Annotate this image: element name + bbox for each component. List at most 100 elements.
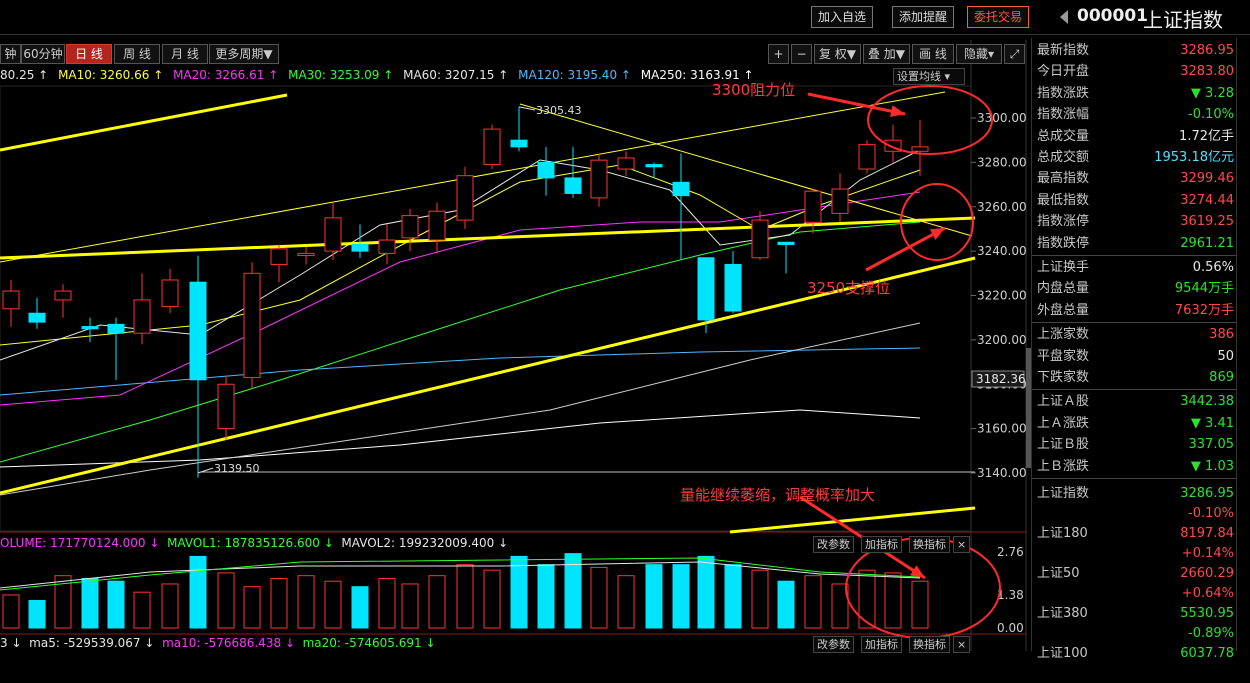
quote-label: 今日开盘 <box>1037 64 1090 80</box>
tab-weekly[interactable]: 周 线 <box>114 44 160 64</box>
quote-row: 指数涨停 3619.25 <box>1032 211 1237 232</box>
resistance-circle <box>867 85 993 155</box>
indicator-ma5-value: ma5: -529539.067 ↓ <box>29 636 155 650</box>
draw-line-button[interactable]: 画 线 <box>912 44 954 64</box>
volume-add-indicator-button[interactable]: 加指标 <box>861 536 902 553</box>
volume-stat-row: 上证换手 0.56% <box>1032 257 1237 278</box>
volume-params-button[interactable]: 改参数 <box>813 536 854 553</box>
indicator-ma20-value: ma20: -574605.691 ↓ <box>302 636 436 650</box>
volume-bar <box>672 564 690 629</box>
index-name: 上证180 <box>1037 526 1088 541</box>
index-item[interactable]: 上证指数 3286.95 -0.10% <box>1032 483 1237 523</box>
candle-body <box>645 164 663 168</box>
volume-switch-indicator-button[interactable]: 换指标 <box>909 536 950 553</box>
previous-stock-icon[interactable] <box>1060 10 1068 24</box>
quote-label: 指数涨跌 <box>1037 85 1090 101</box>
candle-body <box>81 326 99 330</box>
volume-bar <box>456 564 474 629</box>
volume-bar <box>270 577 288 629</box>
volume-stat-value: 7632万手 <box>1174 302 1234 318</box>
share-index-label: 上Ａ涨跌 <box>1037 415 1090 431</box>
quote-row: 最高指数 3299.46 <box>1032 168 1237 189</box>
index-value: 3286.95 <box>1180 486 1234 501</box>
ma250-value: MA250: 3163.91 ↑ <box>640 68 754 82</box>
zoom-out-button[interactable]: − <box>791 44 812 64</box>
volume-stat-value: 9544万手 <box>1174 281 1234 297</box>
panel-separator <box>1032 322 1237 324</box>
adjust-dropdown[interactable]: 复 权▼ <box>814 44 861 64</box>
trade-button[interactable]: 委托交易 <box>967 6 1030 28</box>
indicator-close-icon[interactable]: × <box>953 636 971 653</box>
candle-body <box>510 139 528 148</box>
volume-axis-label: 1.38 <box>997 588 1024 602</box>
quote-label: 指数涨幅 <box>1037 107 1090 123</box>
indicator-add-button[interactable]: 加指标 <box>861 636 902 653</box>
fullscreen-icon[interactable]: ⤢ <box>1004 44 1025 64</box>
index-value: 2660.29 <box>1180 566 1234 581</box>
ma-legend: 80.25 ↑ MA10: 3260.66 ↑ MA20: 3266.61 ↑ … <box>0 68 760 84</box>
index-item[interactable]: 上证180 8197.84 +0.14% <box>1032 523 1237 563</box>
ma120-line <box>0 347 921 396</box>
chart-scroll-handle[interactable] <box>1026 348 1031 468</box>
quote-row: 指数涨幅 -0.10% <box>1032 104 1237 125</box>
ma20-line <box>0 191 921 406</box>
candle-body <box>243 272 261 379</box>
candle-body <box>297 252 315 257</box>
candle-body <box>378 239 396 254</box>
quote-value: 3283.80 <box>1180 64 1234 80</box>
candle-body <box>911 146 929 152</box>
volume-stat-row: 外盘总量 7632万手 <box>1032 300 1237 321</box>
quote-panel: 最新指数 3286.95 今日开盘 3283.80 指数涨跌 ▼ 3.28 指数涨幅 -0.1… <box>1031 38 1237 661</box>
index-change: +0.64% <box>1181 586 1234 601</box>
volume-bar <box>81 577 99 629</box>
mavol2-value: MAVOL2: 199232009.400 ↓ <box>341 536 509 550</box>
candle-body <box>724 263 742 312</box>
quote-value: 3286.95 <box>1180 43 1234 58</box>
volume-bar <box>351 586 369 629</box>
tab-60min[interactable]: 60分钟 <box>21 44 65 64</box>
quote-value: 3274.44 <box>1180 192 1234 208</box>
index-name: 上证指数 <box>1037 486 1090 501</box>
breadth-label: 平盘家数 <box>1037 348 1090 364</box>
share-index-label: 上Ｂ涨跌 <box>1037 458 1090 474</box>
index-item[interactable]: 上证380 5530.95 -0.89% <box>1032 603 1237 643</box>
zoom-in-button[interactable]: + <box>768 44 789 64</box>
volume-bar <box>884 572 902 629</box>
volume-legend: OLUME: 171770124.000 ↓ MAVOL1: 187835126… <box>0 536 508 550</box>
tab-daily[interactable]: 日 线 <box>66 44 112 64</box>
breadth-row: 平盘家数 50 <box>1032 346 1237 367</box>
volume-close-icon[interactable]: × <box>953 536 971 553</box>
indicator-switch-button[interactable]: 换指标 <box>909 636 950 653</box>
share-index-row: 上Ａ涨跌 ▼ 3.41 <box>1032 413 1237 434</box>
add-alert-button[interactable]: 添加提醒 <box>892 6 955 28</box>
share-index-value: 337.05 <box>1188 437 1235 453</box>
volume-bar <box>911 580 929 629</box>
tab-minute[interactable]: 钟 <box>0 44 21 64</box>
volume-bar <box>697 555 715 629</box>
index-item[interactable]: 上证100 6037.78 <box>1032 643 1237 683</box>
more-periods-dropdown[interactable]: 更多周期▼ <box>209 44 279 64</box>
indicator-params-button[interactable]: 改参数 <box>813 636 854 653</box>
overlay-dropdown[interactable]: 叠 加▼ <box>863 44 910 64</box>
panel-separator <box>1032 389 1237 391</box>
top-bar: 加入自选 添加提醒 委托交易 000001 上证指数 <box>0 0 1250 35</box>
set-ma-button[interactable]: 设置均线 ▾ <box>893 68 965 85</box>
indicator-ma10-value: ma10: -576686.438 ↓ <box>162 636 295 650</box>
hide-dropdown[interactable]: 隐藏▾ <box>956 44 1002 64</box>
candle-body <box>537 161 555 179</box>
volume-bar <box>28 599 46 629</box>
breadth-label: 上涨家数 <box>1037 327 1090 343</box>
add-watchlist-button[interactable]: 加入自选 <box>811 6 874 28</box>
share-index-row: 上证Ａ股 3442.38 <box>1032 391 1237 412</box>
index-value: 5530.95 <box>1180 606 1234 621</box>
volume-bar <box>324 580 342 629</box>
index-item[interactable]: 上证50 2660.29 +0.64% <box>1032 563 1237 603</box>
breadth-label: 下跌家数 <box>1037 370 1090 385</box>
quote-value: 1953.18亿元 <box>1154 150 1234 165</box>
index-name: 上证50 <box>1037 566 1080 581</box>
price-axis-label: 3300.00 <box>977 111 1027 125</box>
candle-body <box>161 279 179 308</box>
tab-monthly[interactable]: 月 线 <box>162 44 208 64</box>
volume-bar <box>161 583 179 629</box>
chart-toolbar: 钟 60分钟 日 线 周 线 月 线 更多周期▼ + − 复 权▼ 叠 加▼ 画… <box>0 42 1025 65</box>
